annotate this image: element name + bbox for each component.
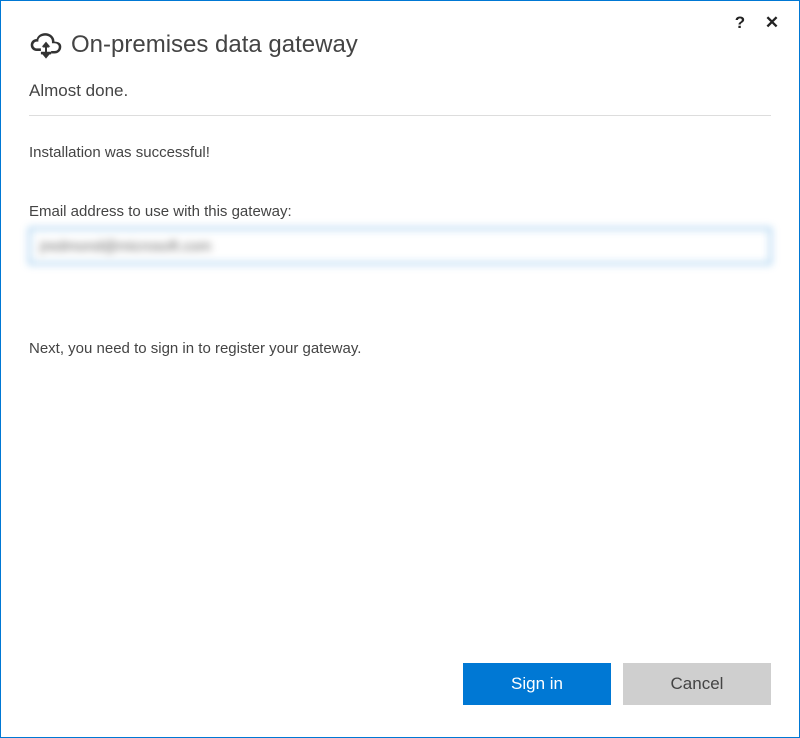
cancel-button[interactable]: Cancel (623, 663, 771, 705)
email-label: Email address to use with this gateway: (29, 203, 771, 220)
email-input[interactable] (29, 228, 771, 264)
page-title: On-premises data gateway (71, 31, 358, 59)
install-success-message: Installation was successful! (29, 144, 771, 161)
gateway-installer-window: ? ✕ On-premises data gateway Almost done… (0, 0, 800, 738)
close-icon[interactable]: ✕ (763, 13, 781, 31)
cloud-gateway-icon (29, 31, 63, 59)
header: On-premises data gateway (29, 31, 771, 59)
help-icon[interactable]: ? (731, 13, 749, 31)
next-step-text: Next, you need to sign in to register yo… (29, 340, 771, 357)
content-area: Installation was successful! Email addre… (29, 116, 771, 663)
footer-buttons: Sign in Cancel (29, 663, 771, 709)
titlebar-controls: ? ✕ (731, 13, 781, 31)
sign-in-button[interactable]: Sign in (463, 663, 611, 705)
subtitle: Almost done. (29, 81, 771, 101)
